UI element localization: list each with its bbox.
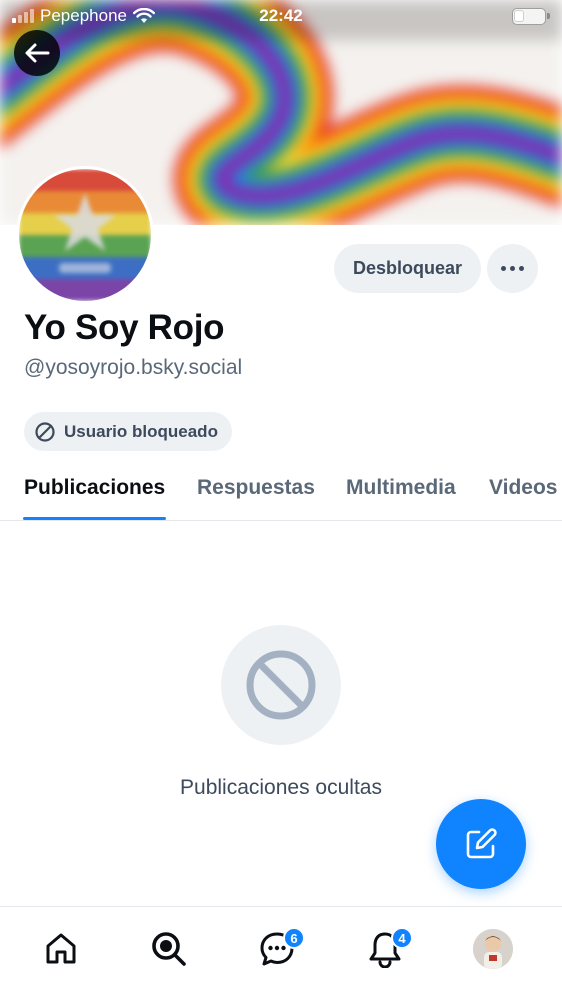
blocked-badge-label: Usuario bloqueado xyxy=(64,421,218,441)
block-icon xyxy=(246,650,316,720)
avatar-image xyxy=(473,929,513,969)
more-dot xyxy=(510,266,515,271)
battery-tip xyxy=(547,13,550,19)
tab-respuestas[interactable]: Respuestas xyxy=(197,476,315,500)
battery-icon xyxy=(512,7,550,25)
blocked-user-badge: Usuario bloqueado xyxy=(24,412,232,451)
nav-chat[interactable]: 6 xyxy=(253,925,305,973)
arrow-left-icon xyxy=(25,43,50,63)
block-icon xyxy=(35,421,55,442)
compose-icon xyxy=(466,828,497,859)
signal-bar xyxy=(12,18,16,23)
tab-videos[interactable]: Videos xyxy=(489,476,557,500)
avatar-image xyxy=(19,169,151,301)
status-time: 22:42 xyxy=(259,6,303,25)
signal-bar xyxy=(30,9,34,23)
bottom-navigation: 6 4 xyxy=(0,906,562,1000)
empty-state-icon-circle xyxy=(221,625,341,745)
user-avatar xyxy=(473,929,513,969)
profile-handle: @yosoyrojo.bsky.social xyxy=(24,356,243,379)
profile-avatar[interactable] xyxy=(16,166,154,304)
signal-icon xyxy=(12,9,34,23)
active-tab-indicator xyxy=(23,517,166,520)
profile-tabs: Publicaciones Respuestas Multimedia Vide… xyxy=(0,462,562,521)
search-icon xyxy=(152,932,186,966)
battery-body xyxy=(512,7,546,25)
nav-home[interactable] xyxy=(37,925,85,973)
back-button[interactable] xyxy=(14,30,60,76)
signal-bar xyxy=(18,15,22,23)
tab-publicaciones[interactable]: Publicaciones xyxy=(24,476,165,500)
home-icon xyxy=(46,933,76,964)
more-options-button[interactable] xyxy=(487,244,538,293)
profile-display-name: Yo Soy Rojo xyxy=(24,308,225,347)
nav-profile[interactable] xyxy=(469,925,517,973)
empty-state-message: Publicaciones ocultas xyxy=(180,776,382,799)
more-dot xyxy=(519,266,524,271)
wifi-icon xyxy=(132,8,155,23)
status-left: Pepephone xyxy=(12,6,155,26)
nav-search[interactable] xyxy=(145,925,193,973)
nav-notifications[interactable]: 4 xyxy=(361,925,413,973)
carrier-name: Pepephone xyxy=(40,6,127,25)
chat-badge: 6 xyxy=(283,927,305,949)
compose-button[interactable] xyxy=(436,799,526,889)
unblock-button[interactable]: Desbloquear xyxy=(334,244,481,293)
status-bar: Pepephone 22:42 xyxy=(0,0,562,32)
tab-multimedia[interactable]: Multimedia xyxy=(346,476,456,500)
signal-bar xyxy=(24,12,28,23)
more-dot xyxy=(501,266,506,271)
notifications-badge: 4 xyxy=(391,927,413,949)
